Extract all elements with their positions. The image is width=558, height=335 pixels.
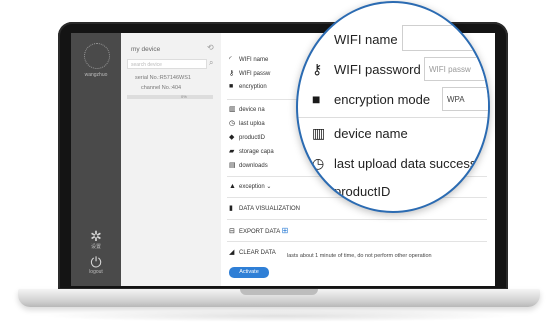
lock-icon: ■	[229, 83, 234, 90]
mag-encryption-label: encryption mode	[334, 92, 431, 107]
field-label: downloads	[239, 163, 268, 169]
field-encryption: ■ encryption	[229, 83, 267, 90]
wifi-icon: ◜	[229, 56, 232, 63]
device-list-title: my device	[131, 46, 161, 53]
settings-button[interactable]: ✲ 设置	[71, 229, 121, 250]
sidebar: wangzhuo ✲ 设置 ⏻ logout	[71, 33, 121, 286]
laptop-mockup: wangzhuo ✲ 设置 ⏻ logout my device ⟲ searc…	[0, 0, 558, 335]
logout-button[interactable]: ⏻ logout	[71, 255, 121, 275]
settings-label: 设置	[90, 244, 101, 250]
timer-icon: ◷	[229, 120, 236, 127]
timer-icon: ◷	[312, 155, 325, 171]
field-label: WIFI passw	[239, 71, 271, 77]
wifi-name-field[interactable]	[402, 25, 488, 51]
mag-last-upload: ◷ last upload data success	[312, 155, 476, 172]
warning-icon: ▲	[229, 183, 236, 190]
encryption-select[interactable]: WPA	[442, 87, 488, 111]
mag-wifi-password-label: WIFI password	[334, 62, 421, 77]
search-icon[interactable]: ⌕	[209, 58, 213, 68]
mag-device-name: ▥ device name	[312, 125, 408, 142]
brand-logo-icon	[84, 43, 110, 69]
export-icon: ⊟	[229, 228, 235, 235]
storage-icon: ▰	[229, 148, 235, 155]
field-last-upload: ◷ last uploa	[229, 119, 265, 127]
data-visualization-button[interactable]: ▮ DATA VISUALIZATION	[229, 204, 300, 212]
mag-product-id-label: productID	[334, 184, 391, 199]
divider	[298, 117, 488, 118]
wifi-icon: ◜	[312, 31, 318, 47]
lock-icon: ■	[312, 91, 321, 107]
mag-wifi-password: ⚷ WIFI password	[312, 61, 421, 78]
laptop-shadow	[40, 310, 518, 322]
field-wifi-name: ◜ WIFI name	[229, 55, 268, 63]
export-data-label: EXPORT DATA	[239, 229, 280, 235]
tag-icon: ◆	[229, 134, 235, 141]
logout-label: logout	[89, 269, 103, 275]
mag-wifi-name: ◜ WIFI name	[312, 31, 398, 48]
device-serial[interactable]: serial No.:R57146WS1	[135, 75, 191, 81]
barcode-icon: ▥	[229, 106, 236, 113]
exception-toggle[interactable]: ▲ exception ⌄	[229, 183, 271, 190]
mag-wifi-name-label: WIFI name	[334, 32, 398, 47]
mag-product-id: ◆ productID	[312, 183, 390, 200]
field-label: encryption	[239, 84, 267, 90]
download-icon: ▤	[229, 162, 236, 169]
field-device-name: ▥ device na	[229, 105, 265, 113]
mag-device-name-label: device name	[334, 126, 408, 141]
exception-label: exception	[239, 184, 265, 190]
field-label: last uploa	[239, 121, 265, 127]
chevron-down-icon: ⌄	[266, 184, 272, 190]
mag-encryption-mode: ■ encryption mode	[312, 91, 430, 107]
windows-icon: ⊞	[281, 226, 289, 235]
export-data-button[interactable]: ⊟ EXPORT DATA ⊞	[229, 226, 288, 235]
data-visualization-label: DATA VISUALIZATION	[239, 206, 301, 212]
magnifier-overlay: ◜ WIFI name ⚷ WIFI password WIFI passw ■ en…	[296, 1, 490, 213]
mag-last-upload-label: last upload data success	[334, 156, 477, 171]
power-icon: ⏻	[90, 254, 102, 270]
refresh-icon[interactable]: ⟲	[207, 43, 214, 52]
field-storage: ▰ storage capa	[229, 147, 274, 155]
field-label: device na	[239, 107, 265, 113]
gear-icon: ✲	[90, 228, 102, 244]
device-channel: channel No.:404	[141, 85, 182, 91]
field-wifi-password: ⚷ WIFI passw	[229, 69, 270, 77]
brand-name: wangzhuo	[84, 72, 108, 78]
key-icon: ⚷	[229, 70, 235, 77]
clear-data-note: lasts about 1 minute of time, do not per…	[287, 253, 432, 259]
tag-icon: ◆	[312, 183, 323, 199]
laptop-notch	[240, 289, 318, 295]
activate-button[interactable]: Activate	[229, 267, 269, 278]
wifi-password-field[interactable]: WIFI passw	[424, 57, 488, 81]
field-label: productID	[239, 135, 266, 141]
clear-data-button[interactable]: ◢ CLEAR DATA	[229, 248, 276, 256]
device-progress-label: 0%	[181, 94, 187, 99]
bar-chart-icon: ▮	[229, 205, 233, 212]
clear-data-label: CLEAR DATA	[239, 250, 276, 256]
barcode-icon: ▥	[312, 125, 326, 141]
field-label: storage capa	[239, 149, 274, 155]
device-list-panel: my device ⟲ search device ⌕ serial No.:R…	[121, 33, 221, 286]
key-icon: ⚷	[312, 61, 323, 77]
field-product-id: ◆ productID	[229, 133, 265, 141]
divider	[227, 219, 487, 220]
field-label: WIFI name	[239, 57, 269, 63]
divider	[227, 241, 487, 242]
search-device-input[interactable]: search device	[127, 59, 207, 69]
eraser-icon: ◢	[229, 249, 235, 256]
field-downloads: ▤ downloads	[229, 161, 268, 169]
device-progress-bar	[127, 95, 213, 99]
